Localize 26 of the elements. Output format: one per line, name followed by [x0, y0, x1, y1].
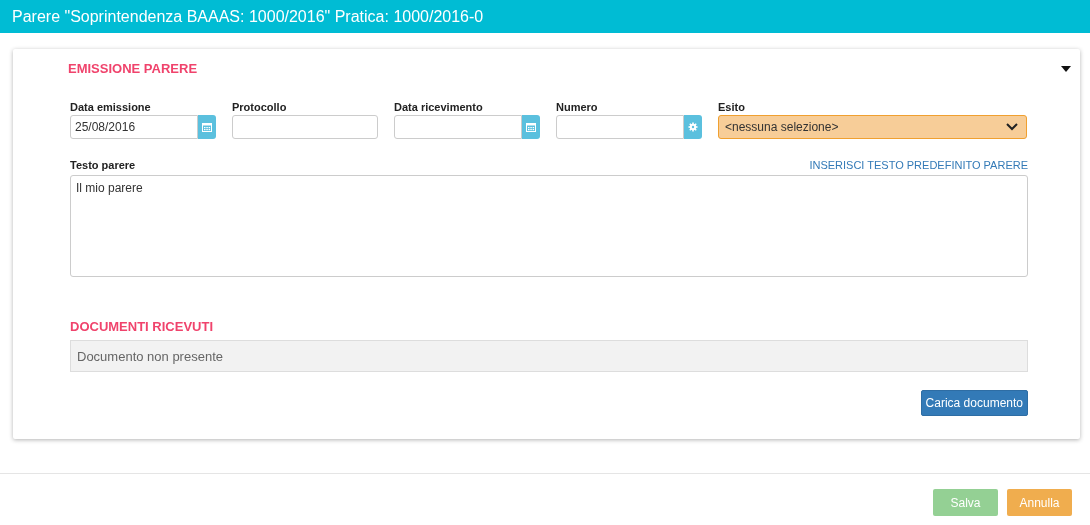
input-field[interactable]: [232, 115, 378, 139]
insert-text-link[interactable]: INSERISCI TESTO PREDEFINITO PARERE: [809, 159, 1028, 173]
field-label: Esito: [718, 101, 746, 113]
gear-icon: [688, 122, 698, 132]
text-area[interactable]: Il mio parere: [70, 175, 1028, 277]
window-title: Parere "Soprintendenza BAAAS: 1000/2016" Pratica: 1000/2016-0: [12, 7, 484, 26]
chevron-down-icon: [1006, 123, 1018, 131]
section-title: DOCUMENTI RICEVUTI: [70, 319, 214, 334]
field-label: Testo parere: [70, 159, 136, 171]
input-field[interactable]: [394, 115, 522, 139]
field-label: Protocollo: [232, 101, 288, 113]
calendar-icon: [202, 122, 212, 132]
select-field[interactable]: <nessuna selezione>: [718, 115, 1027, 139]
calendar-icon: [526, 122, 536, 132]
input-field[interactable]: 25/08/2016: [70, 115, 198, 139]
gear-button[interactable]: [684, 115, 702, 139]
calendar-button[interactable]: [522, 115, 540, 139]
caret-icon[interactable]: [1061, 65, 1071, 72]
calendar-button[interactable]: [198, 115, 216, 139]
field-label: Data emissione: [70, 101, 152, 113]
section-title: EMISSIONE PARERE: [68, 61, 198, 76]
field-label: Numero: [556, 101, 599, 113]
upload-button[interactable]: Carica documento: [920, 390, 1028, 416]
empty-message: Documento non presente: [70, 340, 1028, 372]
input-field[interactable]: [556, 115, 684, 139]
field-label: Data ricevimento: [394, 101, 484, 113]
